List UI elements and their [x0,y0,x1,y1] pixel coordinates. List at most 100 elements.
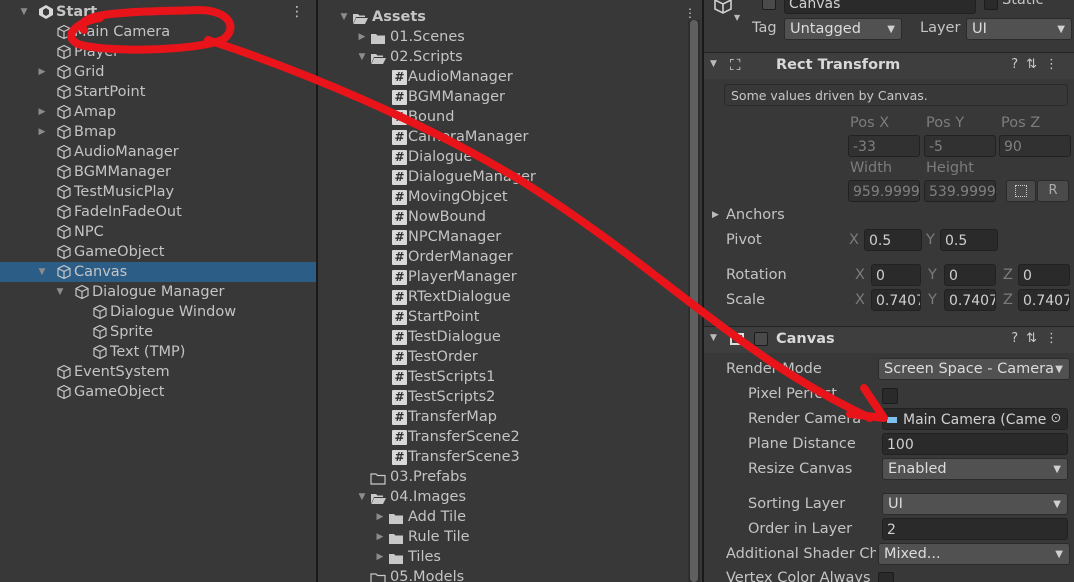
sorting-layer-dropdown[interactable]: UI ▼ [882,493,1068,515]
help-icon[interactable]: ? [1011,57,1026,72]
hierarchy-item[interactable]: Text (TMP) [0,342,316,362]
hierarchy-item[interactable]: ▼ Start [0,2,316,22]
hierarchy-item[interactable]: FadeInFadeOut [0,202,316,222]
hierarchy-item[interactable]: ▶ Amap [0,102,316,122]
project-item[interactable]: # MovingObjcet [318,187,702,207]
canvas-enabled-checkbox[interactable] [754,332,768,346]
project-item[interactable]: ▶ Rule Tile [318,527,702,547]
blueprint-mode-button[interactable] [1006,180,1036,202]
plane-distance-field[interactable]: 100 [882,433,1068,455]
component-header-icons[interactable]: ?⇅⋮ [1011,57,1066,72]
rot-x-field[interactable]: 0 [871,264,921,286]
order-in-layer-field[interactable]: 2 [882,518,1068,540]
foldout-arrow-icon[interactable]: ▼ [36,262,48,282]
foldout-arrow-icon[interactable]: ▶ [374,507,386,527]
project-item[interactable]: # StartPoint [318,307,702,327]
pos-y-field[interactable]: -5 [924,135,996,157]
hierarchy-item[interactable]: StartPoint [0,82,316,102]
project-item[interactable]: # TransferScene2 [318,427,702,447]
foldout-arrow-icon[interactable]: ▼ [710,333,717,343]
presets-icon[interactable]: ⇅ [1026,57,1045,72]
foldout-arrow-icon[interactable]: ▶ [356,27,368,47]
project-menu-icon[interactable]: ⋮ [684,6,696,20]
pivot-x-field[interactable]: 0.5 [864,229,922,251]
object-picker-icon[interactable]: ⊙ [1047,410,1065,428]
foldout-arrow-icon[interactable]: ▼ [356,487,368,507]
hierarchy-item[interactable]: ▶ Bmap [0,122,316,142]
hierarchy-item[interactable]: TestMusicPlay [0,182,316,202]
scale-x-field[interactable]: 0.7407 [871,289,921,311]
foldout-arrow-icon[interactable]: ▶ [712,210,719,220]
foldout-arrow-icon[interactable]: ▶ [36,102,48,122]
scale-y-field[interactable]: 0.7407 [944,289,996,311]
foldout-arrow-icon[interactable]: ▼ [54,282,66,302]
hierarchy-item[interactable]: EventSystem [0,362,316,382]
project-item[interactable]: # TestDialogue [318,327,702,347]
canvas-component-header[interactable]: ▼ Canvas ?⇅⋮ [704,326,1074,353]
foldout-arrow-icon[interactable]: ▼ [710,59,717,69]
hierarchy-item-selected[interactable]: ▼ Canvas [0,262,316,282]
project-item[interactable]: # TestOrder [318,347,702,367]
project-item[interactable]: ▼ 04.Images [318,487,702,507]
foldout-arrow-icon[interactable]: ▶ [36,122,48,142]
component-menu-icon[interactable]: ⋮ [1045,57,1066,72]
project-item[interactable]: # NPCManager [318,227,702,247]
additional-shader-dropdown[interactable]: Mixed... ▼ [878,543,1070,565]
scale-z-field[interactable]: 0.7407 [1018,289,1070,311]
pivot-y-field[interactable]: 0.5 [940,229,998,251]
project-item[interactable]: 03.Prefabs [318,467,702,487]
height-field[interactable]: 539.9999 [924,180,996,202]
project-item[interactable]: 05.Models [318,567,702,582]
active-checkbox[interactable] [762,0,776,10]
static-checkbox[interactable] [984,0,998,10]
project-item[interactable]: # DialogueManager [318,167,702,187]
project-item[interactable]: # TransferScene3 [318,447,702,467]
project-item[interactable]: # OrderManager [318,247,702,267]
foldout-arrow-icon[interactable]: ▼ [338,7,350,27]
object-name-field[interactable]: Canvas [784,0,976,14]
hierarchy-item[interactable]: BGMManager [0,162,316,182]
scrollbar-thumb[interactable] [690,20,698,582]
project-item[interactable]: # CameraManager [318,127,702,147]
help-icon[interactable]: ? [1011,331,1026,346]
foldout-arrow-icon[interactable]: ▼ [356,47,368,67]
hierarchy-item[interactable]: Dialogue Window [0,302,316,322]
project-item[interactable]: # TestScripts2 [318,387,702,407]
rot-y-field[interactable]: 0 [944,264,996,286]
project-item[interactable]: # RTextDialogue [318,287,702,307]
hierarchy-item[interactable]: Sprite [0,322,316,342]
project-item[interactable]: ▶ Add Tile [318,507,702,527]
pos-z-field[interactable]: 90 [999,135,1071,157]
hierarchy-item[interactable]: Main Camera [0,22,316,42]
render-camera-field[interactable]: Main Camera (Camera) [882,408,1068,430]
hierarchy-menu-icon[interactable]: ⋮ [290,4,304,20]
project-item[interactable]: # BGMManager [318,87,702,107]
hierarchy-item[interactable]: GameObject [0,382,316,402]
hierarchy-item[interactable]: ▼ Dialogue Manager [0,282,316,302]
component-header-icons[interactable]: ?⇅⋮ [1011,331,1066,346]
project-item[interactable]: ▶ 01.Scenes [318,27,702,47]
rot-z-field[interactable]: 0 [1018,264,1070,286]
project-item[interactable]: # Dialogue [318,147,702,167]
foldout-arrow-icon[interactable]: ▶ [36,62,48,82]
hierarchy-item[interactable]: NPC [0,222,316,242]
pixel-perfect-checkbox[interactable] [882,388,898,404]
project-item[interactable]: # TransferMap [318,407,702,427]
project-item[interactable]: # TestScripts1 [318,367,702,387]
project-item[interactable]: # PlayerManager [318,267,702,287]
render-mode-dropdown[interactable]: Screen Space - Camera ▼ [878,358,1070,380]
tag-dropdown[interactable]: Untagged ▼ [784,18,902,40]
project-item[interactable]: ▶ Tiles [318,547,702,567]
foldout-arrow-icon[interactable]: ▼ [18,2,30,22]
rect-transform-header[interactable]: ▼ ⛶ Rect Transform ?⇅⋮ [704,52,1074,79]
project-item[interactable]: # Bound [318,107,702,127]
hierarchy-item[interactable]: AudioManager [0,142,316,162]
hierarchy-item[interactable]: GameObject [0,242,316,262]
presets-icon[interactable]: ⇅ [1026,331,1045,346]
anchors-label[interactable]: Anchors [726,207,785,223]
pos-x-field[interactable]: -33 [848,135,920,157]
hierarchy-item[interactable]: ▶ Grid [0,62,316,82]
vertex-color-checkbox[interactable] [878,572,894,582]
project-scrollbar[interactable] [688,20,700,582]
project-item[interactable]: ▼ Assets [318,7,702,27]
